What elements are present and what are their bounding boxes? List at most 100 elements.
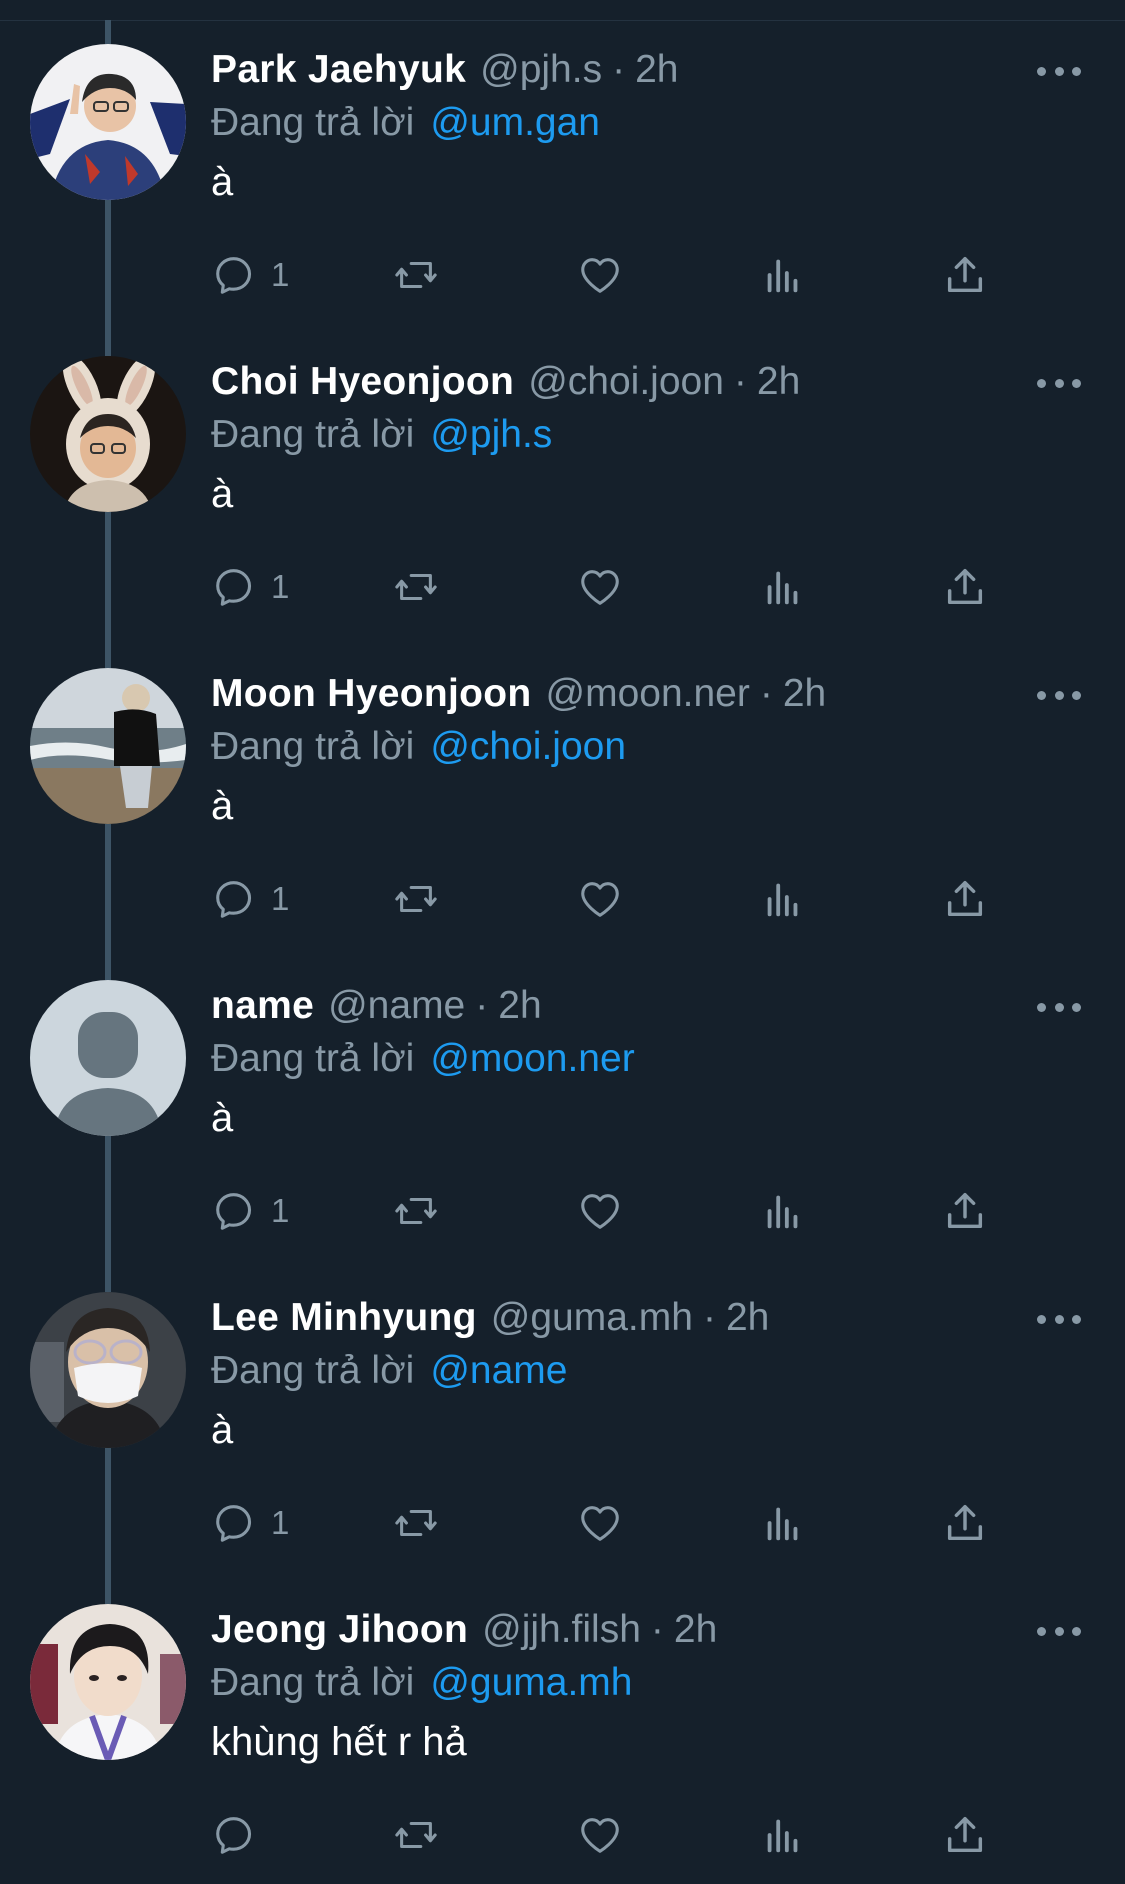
share-button[interactable]: [942, 250, 988, 300]
like-button[interactable]: [577, 1186, 623, 1236]
retweet-button[interactable]: [392, 250, 440, 300]
replying-to-handle[interactable]: @name: [430, 1349, 567, 1393]
tweet-item[interactable]: Choi Hyeonjoon @choi.joon · 2h Đang trả …: [0, 332, 1125, 644]
tweet-item[interactable]: Park Jaehyuk @pjh.s · 2h Đang trả lời @u…: [0, 20, 1125, 332]
retweet-button[interactable]: [392, 1810, 440, 1860]
display-name[interactable]: Park Jaehyuk: [211, 48, 466, 92]
avatar[interactable]: [30, 44, 186, 200]
analytics-icon: [767, 571, 798, 605]
tweet-text: khùng hết r hả: [211, 1720, 467, 1764]
share-button[interactable]: [942, 1186, 988, 1236]
replying-to-handle[interactable]: @guma.mh: [430, 1661, 632, 1705]
reply-icon: [216, 569, 252, 606]
avatar[interactable]: [30, 1604, 186, 1760]
display-name[interactable]: Jeong Jihoon: [211, 1608, 468, 1652]
tweet-item[interactable]: name @name · 2h Đang trả lời @moon.ner à…: [0, 956, 1125, 1268]
user-handle[interactable]: @choi.joon: [528, 360, 724, 404]
replying-to-handle[interactable]: @choi.joon: [430, 725, 626, 769]
tweet-item[interactable]: Moon Hyeonjoon @moon.ner · 2h Đang trả l…: [0, 644, 1125, 956]
heart-icon: [581, 1818, 619, 1853]
retweet-icon: [395, 885, 437, 913]
user-handle[interactable]: @pjh.s: [480, 48, 602, 92]
photo-avatar-icon: [30, 356, 186, 512]
reply-count: 1: [271, 1192, 290, 1229]
share-button[interactable]: [942, 1810, 988, 1860]
timestamp[interactable]: 2h: [635, 48, 678, 92]
timestamp[interactable]: 2h: [726, 1296, 769, 1340]
timestamp[interactable]: 2h: [757, 360, 800, 404]
display-name[interactable]: Lee Minhyung: [211, 1296, 477, 1340]
reply-button[interactable]: 1: [211, 250, 289, 300]
display-name[interactable]: name: [211, 984, 314, 1028]
reply-button[interactable]: 1: [211, 874, 289, 924]
replying-to-handle[interactable]: @pjh.s: [430, 413, 552, 457]
tweet-text: à: [211, 1096, 234, 1140]
reply-count: 1: [271, 880, 290, 917]
like-button[interactable]: [577, 874, 623, 924]
retweet-icon: [395, 1197, 437, 1225]
avatar[interactable]: [30, 356, 186, 512]
more-options-icon[interactable]: [1037, 678, 1081, 712]
avatar[interactable]: [30, 980, 186, 1136]
tweet-header: Park Jaehyuk @pjh.s · 2h: [211, 46, 678, 94]
photo-avatar-icon: [30, 668, 186, 824]
share-icon: [947, 256, 983, 293]
tweet-header: name @name · 2h: [211, 982, 542, 1030]
views-button[interactable]: [760, 562, 806, 612]
more-options-icon[interactable]: [1037, 1302, 1081, 1336]
replying-to-label: Đang trả lời: [211, 1349, 415, 1392]
photo-avatar-icon: [30, 1292, 186, 1448]
timestamp[interactable]: 2h: [783, 672, 826, 716]
timestamp[interactable]: 2h: [674, 1608, 717, 1652]
like-button[interactable]: [577, 1498, 623, 1548]
retweet-button[interactable]: [392, 1498, 440, 1548]
reply-count: 1: [271, 568, 290, 605]
separator-dot: ·: [733, 360, 747, 403]
views-button[interactable]: [760, 250, 806, 300]
tweet-actions: 1: [211, 562, 1011, 612]
views-button[interactable]: [760, 1498, 806, 1548]
tweet-item[interactable]: Lee Minhyung @guma.mh · 2h Đang trả lời …: [0, 1268, 1125, 1580]
user-handle[interactable]: @name: [328, 984, 465, 1028]
avatar[interactable]: [30, 1292, 186, 1448]
tweet-item[interactable]: Jeong Jihoon @jjh.filsh · 2h Đang trả lờ…: [0, 1580, 1125, 1884]
reply-icon: [216, 257, 252, 294]
default-avatar-icon: [30, 980, 186, 1136]
like-button[interactable]: [577, 1810, 623, 1860]
avatar[interactable]: [30, 668, 186, 824]
timestamp[interactable]: 2h: [498, 984, 541, 1028]
views-button[interactable]: [760, 1186, 806, 1236]
reply-count: 1: [271, 1504, 290, 1541]
more-options-icon[interactable]: [1037, 1614, 1081, 1648]
like-button[interactable]: [577, 562, 623, 612]
views-button[interactable]: [760, 1810, 806, 1860]
more-options-icon[interactable]: [1037, 990, 1081, 1024]
user-handle[interactable]: @guma.mh: [491, 1296, 693, 1340]
photo-avatar-icon: [30, 1604, 186, 1760]
reply-button[interactable]: 1: [211, 562, 289, 612]
user-handle[interactable]: @moon.ner: [546, 672, 750, 716]
replying-to-handle[interactable]: @moon.ner: [430, 1037, 634, 1081]
display-name[interactable]: Choi Hyeonjoon: [211, 360, 514, 404]
replying-to-handle[interactable]: @um.gan: [430, 101, 600, 145]
replying-to-label: Đang trả lời: [211, 413, 415, 456]
like-button[interactable]: [577, 250, 623, 300]
reply-count: 1: [271, 256, 290, 293]
reply-button[interactable]: [211, 1810, 271, 1860]
tweet-actions: 1: [211, 1186, 1011, 1236]
retweet-button[interactable]: [392, 562, 440, 612]
reply-button[interactable]: 1: [211, 1498, 289, 1548]
more-options-icon[interactable]: [1037, 366, 1081, 400]
tweet-actions: 1: [211, 874, 1011, 924]
share-button[interactable]: [942, 874, 988, 924]
views-button[interactable]: [760, 874, 806, 924]
reply-button[interactable]: 1: [211, 1186, 289, 1236]
retweet-button[interactable]: [392, 1186, 440, 1236]
share-button[interactable]: [942, 1498, 988, 1548]
share-button[interactable]: [942, 562, 988, 612]
display-name[interactable]: Moon Hyeonjoon: [211, 672, 532, 716]
share-icon: [947, 1192, 983, 1229]
retweet-button[interactable]: [392, 874, 440, 924]
more-options-icon[interactable]: [1037, 54, 1081, 88]
user-handle[interactable]: @jjh.filsh: [482, 1608, 641, 1652]
